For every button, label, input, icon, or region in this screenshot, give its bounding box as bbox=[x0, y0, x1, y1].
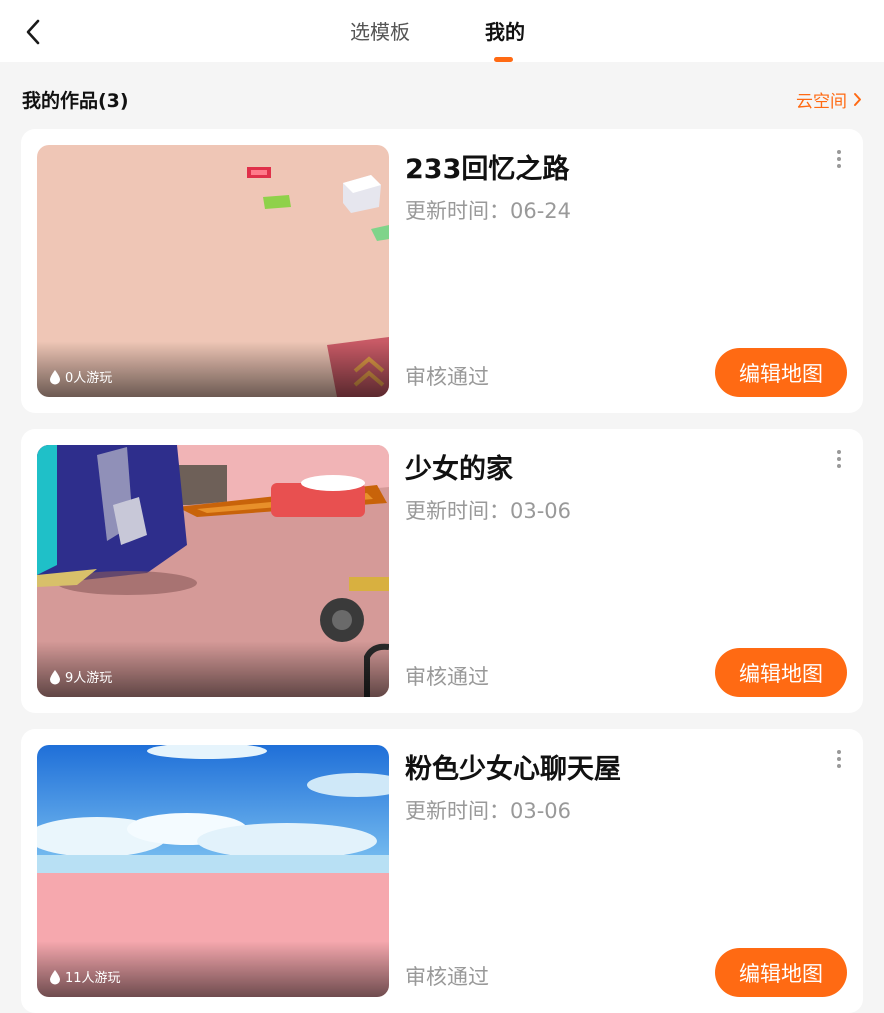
work-updated-time: 更新时间：03-06 bbox=[405, 799, 572, 823]
work-updated-time: 更新时间：06-24 bbox=[405, 199, 572, 223]
work-card[interactable]: 0人游玩 233回忆之路 更新时间：06-24 审核通过 编辑地图 bbox=[21, 129, 863, 413]
work-thumbnail[interactable]: 11人游玩 bbox=[37, 745, 389, 997]
work-card[interactable]: 11人游玩 粉色少女心聊天屋 更新时间：03-06 审核通过 编辑地图 bbox=[21, 729, 863, 1013]
play-count: 9人游玩 bbox=[49, 667, 112, 686]
tab-mine[interactable]: 我的 bbox=[485, 18, 525, 46]
more-vertical-icon bbox=[837, 150, 841, 168]
droplet-icon bbox=[50, 669, 60, 684]
more-options-button[interactable] bbox=[831, 149, 847, 169]
chevron-right-icon bbox=[854, 93, 861, 106]
work-title: 粉色少女心聊天屋 bbox=[405, 754, 621, 785]
cloud-space-link[interactable]: 云空间 bbox=[796, 87, 862, 112]
tab-templates[interactable]: 选模板 bbox=[350, 18, 410, 46]
more-options-button[interactable] bbox=[831, 449, 847, 469]
edit-map-button[interactable]: 编辑地图 bbox=[715, 348, 847, 397]
top-bar: 选模板 我的 bbox=[0, 0, 884, 62]
review-status: 审核通过 bbox=[405, 365, 489, 389]
more-options-button[interactable] bbox=[831, 749, 847, 769]
review-status: 审核通过 bbox=[405, 665, 489, 689]
work-updated-time: 更新时间：03-06 bbox=[405, 499, 572, 523]
active-tab-indicator bbox=[494, 57, 513, 62]
more-vertical-icon bbox=[837, 450, 841, 468]
work-card[interactable]: 9人游玩 少女的家 更新时间：03-06 审核通过 编辑地图 bbox=[21, 429, 863, 713]
back-arrow-icon bbox=[26, 19, 40, 45]
more-vertical-icon bbox=[837, 750, 841, 768]
work-thumbnail[interactable]: 9人游玩 bbox=[37, 445, 389, 697]
section-title: 我的作品(3) bbox=[22, 90, 129, 112]
edit-map-button[interactable]: 编辑地图 bbox=[715, 948, 847, 997]
back-button[interactable] bbox=[18, 14, 48, 50]
edit-map-button[interactable]: 编辑地图 bbox=[715, 648, 847, 697]
droplet-icon bbox=[50, 369, 60, 384]
play-count-label: 11人游玩 bbox=[65, 971, 121, 986]
cloud-space-label: 云空间 bbox=[796, 92, 847, 112]
work-title: 233回忆之路 bbox=[405, 154, 570, 185]
work-thumbnail[interactable]: 0人游玩 bbox=[37, 145, 389, 397]
droplet-icon bbox=[50, 969, 60, 984]
play-count-label: 9人游玩 bbox=[65, 671, 113, 686]
play-count-label: 0人游玩 bbox=[65, 371, 113, 386]
play-count: 11人游玩 bbox=[49, 967, 121, 986]
work-title: 少女的家 bbox=[405, 454, 513, 485]
play-count: 0人游玩 bbox=[49, 367, 112, 386]
review-status: 审核通过 bbox=[405, 965, 489, 989]
